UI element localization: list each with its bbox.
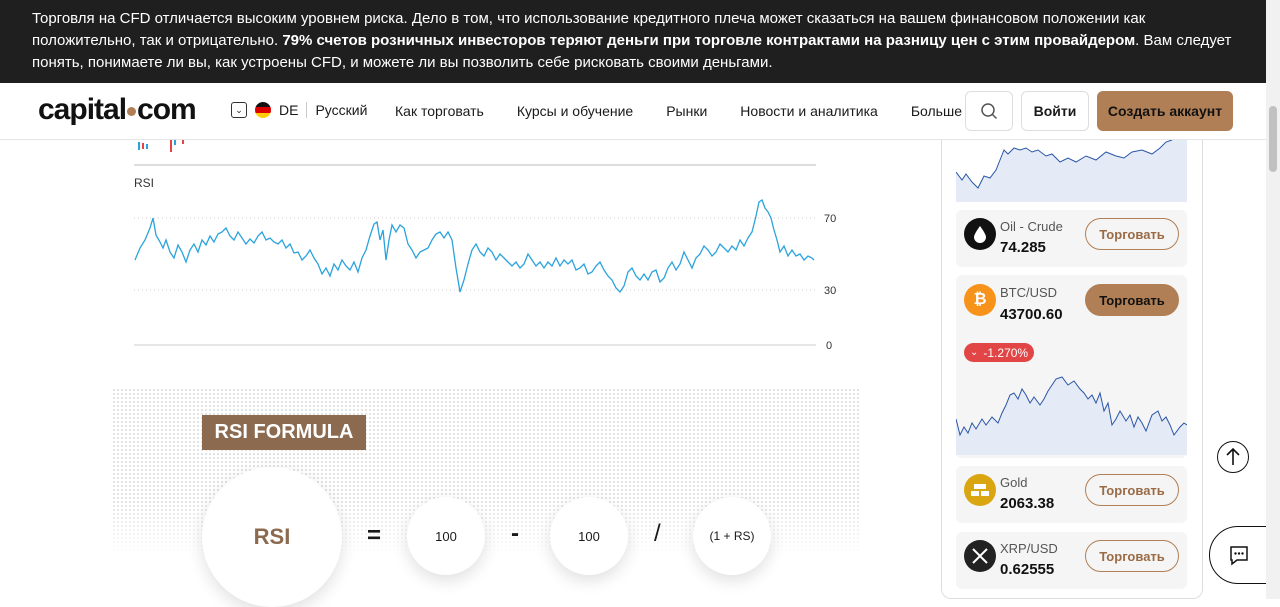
rsi-line	[134, 199, 815, 294]
mini-chart	[955, 139, 1187, 202]
market-card-btc[interactable]: ₿ BTC/USD 43700.60 Торговать ⌄ -1.270%	[956, 275, 1187, 458]
tick-30: 30	[824, 285, 836, 297]
scroll-to-top-button[interactable]	[1217, 441, 1249, 473]
germany-flag-icon	[255, 102, 271, 118]
tick-0: 0	[826, 340, 832, 352]
nav-news[interactable]: Новости и аналитика	[740, 103, 878, 119]
oil-drop-icon	[964, 218, 996, 250]
trade-button[interactable]: Торговать	[1085, 218, 1179, 250]
language-name: Русский	[315, 102, 368, 118]
create-account-button[interactable]: Создать аккаунт	[1097, 91, 1233, 131]
rsi-label: RSI	[134, 176, 154, 190]
chevron-down-icon: ⌄	[231, 102, 247, 118]
rsi-chart: RSI 70 30 0	[134, 140, 836, 352]
nav-markets[interactable]: Рынки	[666, 103, 707, 119]
market-name: Gold	[1000, 475, 1028, 490]
language-selector[interactable]: ⌄ DE Русский	[231, 102, 367, 118]
logo-dot	[127, 107, 137, 116]
price-candles	[138, 140, 184, 152]
formula-rsi-circle: RSI	[202, 467, 342, 607]
formula-equals: =	[367, 522, 382, 549]
chat-icon	[1230, 546, 1248, 566]
tick-70: 70	[824, 213, 836, 225]
market-name: BTC/USD	[1000, 285, 1058, 300]
logo-text-left: capital	[38, 93, 127, 126]
market-card-top-chart	[955, 139, 1187, 202]
bitcoin-icon: ₿	[964, 284, 996, 316]
market-name: Oil - Crude	[1000, 219, 1063, 234]
main-nav: Как торговать Курсы и обучение Рынки Нов…	[395, 103, 995, 119]
mini-chart	[956, 376, 1187, 455]
formula-rsi-text: RSI	[253, 524, 291, 549]
nav-how-to-trade[interactable]: Как торговать	[395, 103, 484, 119]
gold-bars-icon	[964, 474, 996, 506]
formula-divide: /	[654, 520, 661, 547]
market-price: 0.62555	[1000, 561, 1055, 578]
change-value: -1.270%	[983, 345, 1029, 360]
trade-button[interactable]: Торговать	[1085, 474, 1179, 506]
login-button[interactable]: Войти	[1021, 91, 1089, 131]
market-name: XRP/USD	[1000, 541, 1058, 556]
formula-value-a-text: 100	[435, 528, 457, 544]
chat-button[interactable]	[1209, 526, 1269, 584]
market-card-gold[interactable]: Gold 2063.38 Торговать	[956, 466, 1187, 523]
formula-value-b-text: 100	[578, 528, 600, 544]
market-card-xrp[interactable]: XRP/USD 0.62555 Торговать	[956, 532, 1187, 589]
change-badge: ⌄ -1.270%	[964, 343, 1035, 362]
arrow-up-icon	[1226, 448, 1240, 465]
market-price: 43700.60	[1000, 306, 1063, 323]
page-scrollbar[interactable]	[1266, 0, 1280, 599]
chevron-down-icon: ⌄	[970, 347, 979, 358]
nav-more[interactable]: Больше	[911, 103, 962, 119]
market-card-oil[interactable]: Oil - Crude 74.285 Торговать	[956, 210, 1187, 267]
logo[interactable]: capital com	[38, 93, 197, 127]
risk-warning-banner: Торговля на CFD отличается высоким уровн…	[0, 0, 1266, 83]
search-icon	[981, 103, 998, 120]
xrp-icon	[964, 540, 996, 572]
site-header: capital com ⌄ DE Русский Как торговать Ку…	[0, 83, 1266, 140]
formula-minus: -	[511, 520, 519, 547]
language-code: DE	[279, 102, 299, 118]
trade-button[interactable]: Торговать	[1085, 284, 1179, 316]
trade-button[interactable]: Торговать	[1085, 540, 1179, 572]
scrollbar-thumb[interactable]	[1269, 106, 1277, 172]
formula-value-c: (1 + RS)	[693, 497, 771, 575]
formula-title: RSI FORMULA	[202, 415, 366, 450]
formula-value-c-text: (1 + RS)	[709, 529, 755, 543]
logo-text-right: com	[137, 93, 197, 126]
nav-courses[interactable]: Курсы и обучение	[517, 103, 633, 119]
market-price: 74.285	[1000, 239, 1046, 256]
risk-warning-bold: 79% счетов розничных инвесторов теряют д…	[282, 32, 1136, 49]
formula-value-a: 100	[407, 497, 485, 575]
market-price: 2063.38	[1000, 495, 1055, 512]
formula-value-b: 100	[550, 497, 628, 575]
language-divider	[306, 102, 308, 118]
search-button[interactable]	[965, 91, 1013, 131]
